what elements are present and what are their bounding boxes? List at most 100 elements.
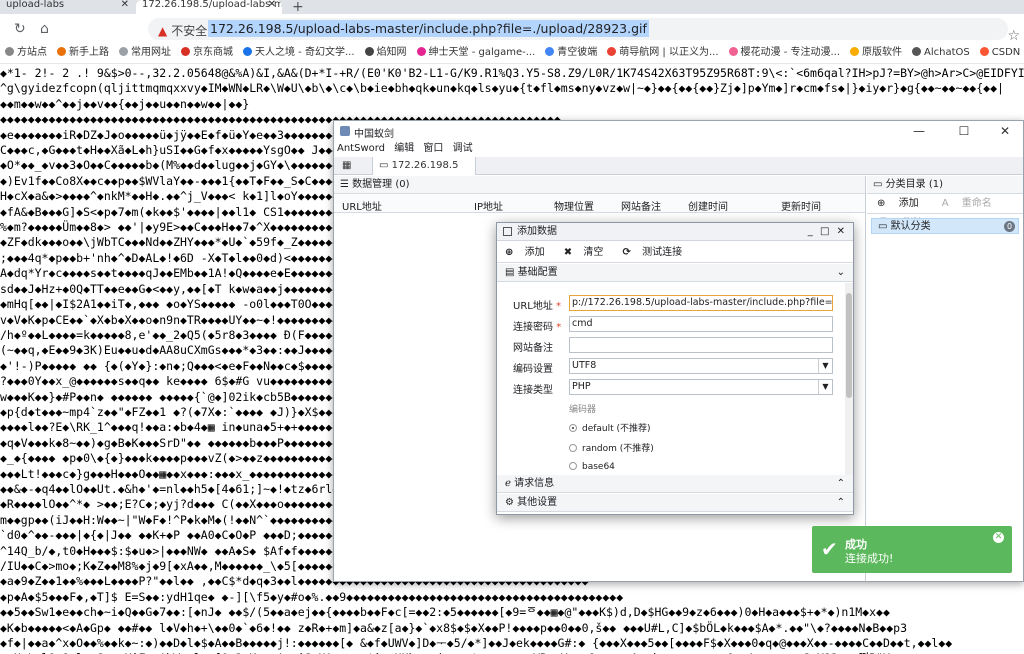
bookmark-item[interactable]: 焰知网 — [360, 44, 412, 62]
section-request-info[interactable]: ℯ 请求信息 ⌃ — [497, 475, 853, 493]
column-url[interactable]: URL地址 — [342, 198, 382, 213]
bookmark-favicon-icon — [850, 47, 860, 56]
close-window-button[interactable]: ✕ — [991, 123, 1019, 139]
bookmark-item[interactable]: 新手上路 — [52, 44, 114, 62]
bookmark-item[interactable]: 绅士天堂 - galgame-... — [412, 44, 541, 62]
data-grid-header: URL地址 IP地址 物理位置 网站备注 创建时间 更新时间 — [334, 195, 865, 213]
menu-edit[interactable]: 编辑 — [391, 141, 417, 157]
bookmark-item[interactable]: CSDN - 专业开发者社... — [975, 44, 1024, 62]
minimize-icon[interactable]: _ — [808, 226, 815, 237]
bookmark-label: 原版软件 — [862, 47, 903, 58]
minimize-button[interactable]: — — [905, 123, 933, 139]
column-ip[interactable]: IP地址 — [474, 198, 503, 213]
close-icon[interactable]: ✕ — [121, 0, 129, 10]
category-panel-header: ▭ 分类目录 (1) — [867, 176, 1023, 194]
bookmark-label: 新手上路 — [69, 47, 109, 58]
type-select[interactable]: PHP ▼ — [569, 379, 833, 395]
bookmark-favicon-icon — [545, 47, 555, 56]
url-label: URL地址 * — [513, 301, 562, 312]
encoding-select[interactable]: UTF8 ▼ — [569, 358, 833, 374]
binary-line: ◆◆m◆◆w◆◆^◆◆j◆◆v◆◆{◆◆j◆◆u◆◆n◆◆w◆◆|◆◆} — [0, 96, 250, 111]
check-icon: ✔ — [821, 537, 838, 561]
folder-icon: ▭ — [379, 160, 392, 171]
menu-debug[interactable]: 调试 — [450, 141, 476, 157]
close-icon[interactable]: ✕ — [268, 0, 276, 10]
home-tab-grid-icon[interactable]: ▦ — [342, 157, 364, 175]
bookmark-label: 萌导航网 | 以正义为... — [619, 47, 719, 58]
bookmark-item[interactable]: 青空彼端 — [540, 44, 602, 62]
tab-label: upload-labs — [6, 0, 65, 10]
binary-line: ^g\gyidezfcopn(qljittmqmqxxvy◆IM◆WN◆LR◆\… — [0, 81, 1004, 96]
clear-button[interactable]: ✖ 清空 — [556, 242, 612, 263]
bookmark-star-icon[interactable]: ☆ — [1007, 28, 1020, 44]
encoding-label: 编码设置 — [513, 364, 553, 375]
menu-antsword[interactable]: AntSword — [334, 141, 388, 157]
radio-icon — [569, 424, 577, 432]
bookmark-label: AlchatOS — [924, 47, 970, 58]
bookmark-item[interactable]: 原版软件 — [845, 44, 907, 62]
bookmark-item[interactable]: 常用网址 — [114, 44, 176, 62]
form-scrollbar[interactable] — [845, 283, 853, 493]
url-input[interactable]: p://172.26.198.5/upload-labs-master/incl… — [569, 295, 833, 311]
url-text[interactable]: 172.26.198.5/upload-labs-master/include.… — [208, 20, 649, 37]
column-location[interactable]: 物理位置 — [554, 198, 594, 213]
binary-line: ◆*1- 2!- 2 .! 9&$>0--,32.2.05648@&%A)&I,… — [0, 66, 1024, 80]
category-count-badge: 0 — [1004, 221, 1015, 232]
bookmark-item[interactable]: 方站点 — [0, 44, 52, 62]
spinner-icon: ⟳ — [622, 247, 631, 258]
bookmark-item[interactable]: 萌导航网 | 以正义为... — [602, 44, 723, 62]
type-value: PHP — [572, 381, 591, 392]
column-updated[interactable]: 更新时间 — [781, 198, 821, 213]
section-label: 其他设置 — [517, 497, 558, 508]
bookmark-item[interactable]: 樱花动漫 - 专注动漫... — [724, 44, 846, 62]
antsword-titlebar: 中国蚁剑 — ☐ ✕ — [334, 121, 1023, 141]
data-panel-header: ☰ 数据管理 (0) — [334, 176, 865, 194]
browser-tab-active[interactable]: 172.26.198.5/upload-labs-master ✕ — [136, 0, 282, 14]
maximize-button[interactable]: ☐ — [950, 123, 978, 139]
home-icon[interactable]: ⌂ — [40, 21, 49, 37]
security-indicator[interactable]: ▲ 不安全 — [158, 22, 207, 39]
bookmark-item[interactable]: 京东商城 — [176, 44, 238, 62]
reload-icon[interactable]: ↻ — [14, 21, 26, 37]
bookmark-item[interactable]: 天人之境 - 奇幻文学... — [238, 44, 360, 62]
encoder-default-radio[interactable]: default (不推荐) — [569, 421, 651, 434]
maximize-icon[interactable]: □ — [820, 226, 831, 237]
password-input[interactable]: cmd — [569, 316, 833, 332]
tab-host[interactable]: ▭ 172.26.198.5 — [372, 157, 476, 175]
password-label: 连接密码 * — [513, 322, 562, 333]
new-tab-button[interactable]: + — [292, 0, 304, 14]
section-basic-config[interactable]: ▤ 基础配置 ⌄ — [497, 264, 853, 282]
settings-icon: ⚙ — [505, 497, 518, 508]
chevron-down-icon: ▼ — [818, 380, 832, 394]
add-button[interactable]: ⊕ 添加 — [497, 242, 553, 263]
note-input[interactable] — [569, 337, 833, 353]
bookmark-favicon-icon — [728, 47, 738, 56]
column-created[interactable]: 创建时间 — [688, 198, 728, 213]
category-add-button[interactable]: ⊕ 添加 — [867, 194, 929, 214]
bookmark-favicon-icon — [119, 47, 128, 56]
bookmark-favicon-icon — [243, 47, 252, 56]
plus-icon: ⊕ — [505, 247, 514, 258]
bookmark-item[interactable]: AlchatOS — [907, 44, 975, 62]
menu-window[interactable]: 窗口 — [420, 141, 446, 157]
category-rename-button[interactable]: A 重命名 — [932, 194, 1002, 214]
column-note[interactable]: 网站备注 — [621, 198, 661, 213]
section-other-settings[interactable]: ⚙ 其他设置 ⌃ — [497, 494, 853, 512]
dialog-titlebar: 添加数据 _ □ ✕ — [497, 223, 853, 241]
bookmark-label: 京东商城 — [193, 47, 233, 58]
url-box[interactable]: ▲ 不安全 172.26.198.5/upload-labs-master/inc… — [148, 18, 1008, 40]
bookmark-label: 樱花动漫 - 专注动漫... — [740, 47, 841, 58]
toast-close-icon[interactable]: ✕ — [993, 532, 1004, 543]
category-item-default[interactable]: ▭ 默认分类 0 — [871, 218, 1019, 234]
bookmark-label: 青空彼端 — [557, 47, 598, 58]
browser-tab-bar: upload-labs ✕ 172.26.198.5/upload-labs-m… — [0, 0, 1024, 14]
close-icon[interactable]: ✕ — [837, 226, 847, 237]
encoder-random-radio[interactable]: random (不推荐) — [569, 441, 654, 454]
test-connection-button[interactable]: ⟳ 测试连接 — [615, 242, 691, 263]
binary-line: ◆f◆|◆◆a◆^x◆O◆◆%◆◆k◆~:◆)◆◆D◆l◆$◆A◆◆B◆◆◆◆◆… — [0, 636, 953, 651]
scrollbar-thumb[interactable] — [846, 293, 852, 398]
radio-icon — [569, 444, 577, 452]
encoder-base64-radio[interactable]: base64 — [569, 462, 615, 472]
browser-tab-upload-labs[interactable]: upload-labs ✕ — [0, 0, 135, 14]
binary-line: ◆p◆A◆$5◆◆◆F◆,◆T]$ E=S◆◆:ydH1qe◆ ◆-][\f5◆… — [0, 589, 624, 604]
